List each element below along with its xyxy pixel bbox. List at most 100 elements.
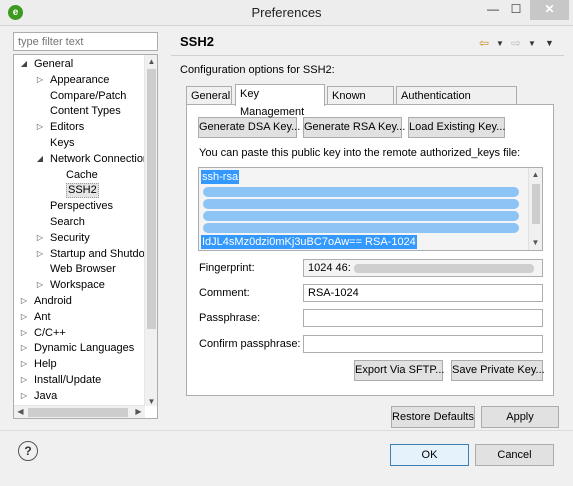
cancel-button[interactable]: Cancel [475, 444, 554, 466]
tree-item-label: Search [50, 216, 85, 228]
comment-label: Comment: [199, 287, 250, 299]
tree-hscroll-thumb[interactable] [28, 408, 128, 417]
tree-item-label: SSH2 [66, 183, 99, 199]
back-arrow-icon[interactable]: ⇦ [479, 36, 489, 50]
tree-scroll-thumb[interactable] [147, 69, 156, 329]
export-via-sftp-button[interactable]: Export Via SFTP... [354, 360, 444, 381]
comment-input[interactable]: RSA-1024 [303, 284, 543, 302]
collapsed-arrow-icon[interactable]: ▷ [20, 340, 28, 356]
collapsed-arrow-icon[interactable]: ▷ [36, 72, 44, 88]
tree-item-label: C/C++ [34, 326, 66, 339]
passphrase-input[interactable] [303, 309, 543, 327]
scroll-down-icon[interactable]: ▼ [145, 397, 157, 406]
tree-item-label: Cache [66, 168, 98, 181]
generate-rsa-key-button[interactable]: Generate RSA Key... [303, 117, 405, 138]
collapsed-arrow-icon[interactable]: ▷ [20, 293, 28, 309]
tree-item[interactable]: ◢ General [14, 56, 145, 72]
tree-item[interactable]: ▷ C/C++ [14, 325, 145, 341]
forward-menu-icon[interactable]: ▼ [528, 39, 536, 48]
tree-item-label: Web Browser [50, 263, 116, 276]
scroll-right-icon[interactable]: ▶ [132, 407, 145, 416]
tree-item-label: Network Connection [50, 152, 150, 165]
tree-item[interactable]: ▷ Help [14, 356, 145, 372]
passphrase-label: Passphrase: [199, 312, 261, 324]
tree-item[interactable]: Search [14, 214, 145, 230]
tree-item[interactable]: ▷ Security [14, 230, 145, 246]
tree-item-label: Content Types [50, 105, 121, 118]
tree-item-label: Perspectives [50, 200, 113, 213]
tab-general[interactable]: General [186, 86, 232, 105]
maximize-button[interactable]: ☐ [506, 0, 526, 20]
tree-item[interactable]: Content Types [14, 103, 145, 119]
preferences-tree[interactable]: ◢ General ▷ Appearance Compare/Patch Content … [13, 54, 158, 419]
load-existing-key-button[interactable]: Load Existing Key... [408, 117, 505, 138]
page-title: SSH2 [180, 34, 214, 49]
key-redacted-line [203, 199, 519, 209]
collapsed-arrow-icon[interactable]: ▷ [20, 388, 28, 404]
restore-defaults-button[interactable]: Restore Defaults [391, 406, 475, 428]
scroll-up-icon[interactable]: ▲ [145, 57, 157, 66]
scroll-left-icon[interactable]: ◀ [14, 407, 27, 416]
tree-item[interactable]: ▷ Dynamic Languages [14, 340, 145, 356]
tree-item[interactable]: Keys [14, 135, 145, 151]
help-icon[interactable]: ? [18, 441, 38, 461]
tree-horizontal-scrollbar[interactable]: ◀ ▶ [14, 405, 145, 418]
tree-item[interactable]: Cache [14, 167, 145, 183]
collapsed-arrow-icon[interactable]: ▷ [20, 372, 28, 388]
tree-item[interactable]: ▷ Appearance [14, 72, 145, 88]
back-menu-icon[interactable]: ▼ [496, 39, 504, 48]
tree-item[interactable]: ▷ Ant [14, 309, 145, 325]
tree-item-label: Java [34, 389, 58, 402]
tree-item[interactable]: Perspectives [14, 198, 145, 214]
tab-authentication-methods[interactable]: Authentication Methods [396, 86, 517, 120]
fingerprint-redacted [353, 263, 534, 273]
tree-item[interactable]: ▷ Workspace [14, 277, 145, 293]
save-private-key-button[interactable]: Save Private Key... [451, 360, 545, 381]
tree-item-label: General [34, 58, 74, 70]
collapsed-arrow-icon[interactable]: ▷ [36, 246, 44, 262]
tree-item[interactable]: ▷ Install/Update [14, 372, 145, 388]
header-separator [171, 55, 564, 56]
tree-item[interactable]: Compare/Patch [14, 88, 145, 104]
tab-key-management[interactable]: Key Management [235, 84, 325, 118]
tree-item[interactable]: ▷ Java [14, 388, 145, 404]
key-scroll-thumb[interactable] [532, 184, 540, 224]
apply-button[interactable]: Apply [481, 406, 559, 428]
tree-item[interactable]: ▷ Startup and Shutdown [14, 246, 157, 262]
forward-arrow-icon[interactable]: ⇨ [511, 36, 521, 50]
collapsed-arrow-icon[interactable]: ▷ [36, 119, 44, 135]
expanded-arrow-icon[interactable]: ◢ [20, 56, 28, 72]
tree-item[interactable]: Web Browser [14, 261, 145, 277]
filter-input[interactable] [13, 32, 158, 51]
collapsed-arrow-icon[interactable]: ▷ [20, 309, 28, 325]
close-window-button[interactable]: ✕ [530, 0, 569, 20]
collapsed-arrow-icon[interactable]: ▷ [36, 277, 44, 293]
tab-known-hosts[interactable]: Known Hosts [327, 86, 394, 120]
collapsed-arrow-icon[interactable]: ▷ [20, 356, 28, 372]
key-last-line: IdJL4sMz0dzi0mKj3uBC7oAw== RSA-1024 [201, 235, 417, 249]
collapsed-arrow-icon[interactable]: ▷ [20, 325, 28, 341]
key-redacted-line [203, 223, 519, 233]
key-scrollbar[interactable]: ▲ ▼ [528, 168, 542, 250]
fingerprint-value: 1024 46: [308, 262, 351, 274]
tree-item[interactable]: ▷ Android [14, 293, 145, 309]
tree-item[interactable]: ◢ Network Connection [14, 151, 149, 167]
collapsed-arrow-icon[interactable]: ▷ [36, 230, 44, 246]
key-scroll-down-icon[interactable]: ▼ [529, 238, 542, 247]
view-menu-icon[interactable]: ▼ [545, 38, 554, 48]
tree-item[interactable]: ▷ Editors [14, 119, 145, 135]
tree-vertical-scrollbar[interactable]: ▲ ▼ [144, 55, 157, 406]
confirm-passphrase-input[interactable] [303, 335, 543, 353]
fingerprint-field: 1024 46: [303, 259, 543, 277]
tree-item-label: Ant [34, 310, 51, 323]
paste-key-hint: You can paste this public key into the r… [199, 147, 521, 159]
key-scroll-up-icon[interactable]: ▲ [529, 170, 542, 179]
tree-item-label: Editors [50, 121, 85, 134]
tree-item-label: Help [34, 358, 57, 371]
ok-button[interactable]: OK [390, 444, 469, 466]
minimize-button[interactable]: — [482, 0, 504, 20]
tree-item-label: Startup and Shutdown [50, 247, 158, 260]
tree-item[interactable]: SSH2 [14, 182, 145, 199]
public-key-textarea[interactable]: ssh-rsa IdJL4sMz0dzi0mKj3uBC7oAw== RSA-1… [198, 167, 543, 251]
expanded-arrow-icon[interactable]: ◢ [36, 151, 44, 167]
